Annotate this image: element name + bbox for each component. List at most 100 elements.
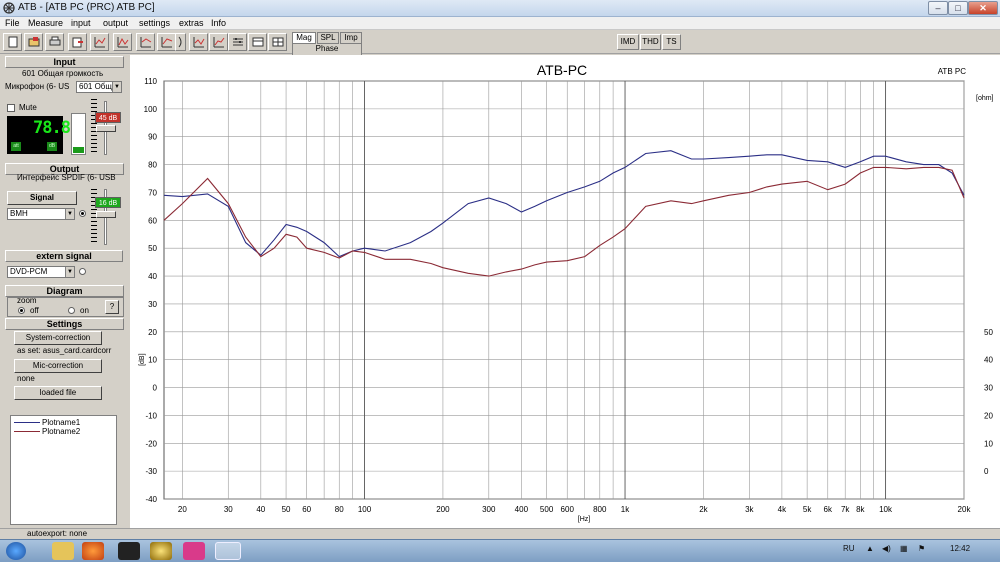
extern-signal-radio[interactable] [79, 268, 86, 275]
response-extra-icon[interactable] [209, 33, 228, 51]
close-button[interactable]: ✕ [968, 1, 998, 15]
y-tick-label: -20 [145, 439, 157, 448]
print-icon[interactable] [45, 33, 64, 51]
chevron-down-icon[interactable]: ▼ [112, 82, 121, 92]
open-file-icon[interactable] [24, 33, 43, 51]
response-alt-icon[interactable] [189, 33, 208, 51]
zoom-on-radio[interactable] [68, 307, 75, 314]
legend-label: Plotname2 [42, 427, 81, 436]
app3-icon[interactable] [183, 542, 205, 560]
response-zoom-icon[interactable] [113, 33, 132, 51]
firefox-icon[interactable] [82, 542, 104, 560]
mute-checkbox[interactable] [7, 104, 15, 112]
y-tick-label: 10 [148, 356, 157, 365]
menu-file[interactable]: File [5, 18, 20, 28]
tab-mag[interactable]: Mag [292, 32, 316, 44]
menu-measure[interactable]: Measure [28, 18, 63, 28]
zoom-on-label: on [80, 306, 89, 315]
x-tick-label: 7k [841, 505, 850, 514]
settings-header[interactable]: Settings [5, 318, 124, 330]
menu-input[interactable]: input [71, 18, 91, 28]
y-tick-label: 20 [148, 328, 157, 337]
input-device-select[interactable]: 601 Общ ▼ [76, 81, 122, 93]
maximize-button[interactable]: □ [948, 1, 968, 15]
menu-info[interactable]: Info [211, 18, 226, 28]
explorer-icon[interactable] [52, 542, 74, 560]
response-overlay-icon[interactable] [157, 33, 176, 51]
x-tick-label: 300 [482, 505, 496, 514]
y-tick-label: 0 [153, 384, 158, 393]
signal-radio[interactable] [79, 210, 86, 217]
x-tick-label: 500 [540, 505, 554, 514]
legend-item[interactable]: Plotname2 [14, 427, 80, 436]
input-gain-slider[interactable] [96, 125, 116, 132]
x-tick-label: 200 [436, 505, 450, 514]
legend-swatch [14, 431, 40, 433]
imd-button[interactable]: IMD [617, 34, 639, 50]
tab-imp[interactable]: Imp [340, 32, 362, 44]
x-tick-label: 8k [856, 505, 865, 514]
tab-spl[interactable]: SPL [317, 32, 339, 44]
input-gain-value: 45 dB [95, 112, 121, 123]
help-button[interactable]: ? [105, 300, 119, 314]
taskbar: RU ▲ ◀) ▦ ⚑ 12:42 [0, 539, 1000, 562]
output-gain-slider[interactable] [96, 211, 116, 218]
signal-select[interactable]: BMH ▼ [7, 208, 75, 220]
equalizer-icon[interactable] [228, 33, 247, 51]
atb-icon[interactable] [215, 542, 241, 560]
y2-tick-label: 50 [984, 328, 993, 337]
system-correction-button[interactable]: System-correction [14, 331, 102, 345]
y-tick-label: 50 [148, 244, 157, 253]
chart-svg: 1101009080706050403020100-10-20-30-4020 3… [139, 62, 994, 523]
export-icon[interactable] [68, 33, 87, 51]
title-bar: ATB - [ATB PC (PRC) ATB PC] – □ ✕ [0, 0, 1000, 17]
app-icon[interactable] [118, 542, 140, 560]
input-header[interactable]: Input [5, 56, 124, 68]
thd-button[interactable]: THD [640, 34, 661, 50]
flag-icon[interactable]: ⚑ [918, 544, 925, 553]
response-icon[interactable] [90, 33, 109, 51]
frequency-response-chart[interactable]: 110 100 90 80 70 60 50 40 30 20 10 0 -10 -20 -30 -40 20 3… [130, 55, 1000, 528]
menu-output[interactable]: output [103, 18, 128, 28]
new-file-icon[interactable] [3, 33, 22, 51]
settings-panel-icon[interactable] [248, 33, 267, 51]
legend-item[interactable]: Plotname1 [14, 418, 80, 427]
extern-signal-header[interactable]: extern signal [5, 250, 123, 262]
x-tick-label: 1k [621, 505, 630, 514]
status-bar: autoexport: none [0, 528, 1000, 539]
mic-correction-button[interactable]: Mic-correction [14, 359, 102, 373]
signal-header[interactable]: Signal [7, 191, 77, 205]
network-icon[interactable]: ▦ [900, 544, 908, 553]
y-tick-label: 90 [148, 133, 157, 142]
y-tick-label: 30 [148, 300, 157, 309]
phase-icon[interactable] [175, 33, 186, 51]
zoom-off-radio[interactable] [18, 307, 25, 314]
ts-button[interactable]: TS [662, 34, 681, 50]
x-tick-label: 4k [778, 505, 787, 514]
grid-icon[interactable] [268, 33, 287, 51]
x-tick-label: 30 [224, 505, 233, 514]
y-axis-label: [dB] [139, 353, 146, 366]
menu-settings[interactable]: settings [139, 18, 170, 28]
minimize-button[interactable]: – [928, 1, 948, 15]
app2-icon[interactable] [150, 542, 172, 560]
y-tick-label: 100 [144, 105, 158, 114]
language-indicator[interactable]: RU [843, 544, 855, 553]
volume-icon[interactable]: ◀) [882, 544, 891, 553]
extern-signal-select[interactable]: DVD-PCM ▼ [7, 266, 75, 278]
loaded-file-button[interactable]: loaded file [14, 386, 102, 400]
x-tick-label: 600 [561, 505, 575, 514]
clock[interactable]: 12:42 [950, 544, 970, 553]
system-correction-value: as set: asus_card.cardcorr [17, 346, 112, 355]
x-tick-label: 50 [282, 505, 291, 514]
y-tick-label: -30 [145, 467, 157, 476]
y2-tick-label: 40 [984, 356, 993, 365]
chevron-down-icon[interactable]: ▼ [65, 209, 74, 219]
start-orb-icon[interactable] [6, 542, 26, 560]
output-device-name: Интерфейс SPDIF (6- USB [17, 173, 116, 182]
x-tick-label: 400 [515, 505, 529, 514]
response-compare-icon[interactable] [136, 33, 155, 51]
chevron-down-icon[interactable]: ▼ [65, 267, 74, 277]
tray-arrow-icon[interactable]: ▲ [866, 544, 874, 553]
menu-extras[interactable]: extras [179, 18, 204, 28]
